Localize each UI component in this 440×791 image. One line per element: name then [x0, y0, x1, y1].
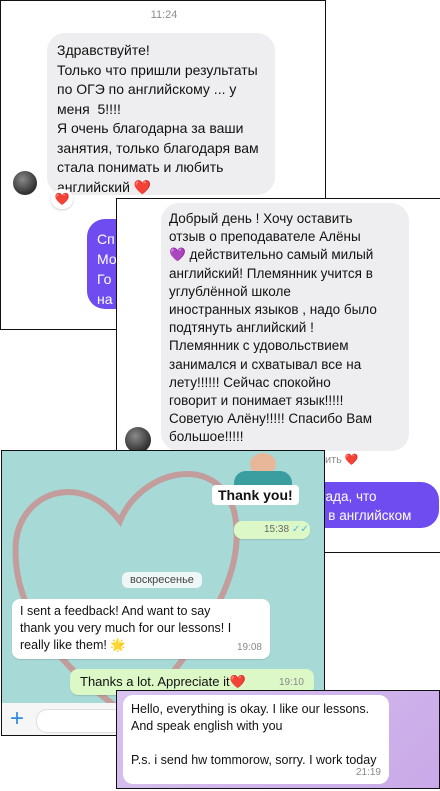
avatar: [13, 171, 37, 195]
telegram-message[interactable]: Hello, everything is okay. I like our le…: [123, 695, 389, 784]
incoming-message[interactable]: Здравствуйте! Только что пришли результа…: [47, 33, 275, 195]
message-time: 21:19: [355, 767, 381, 778]
message-time: 19:10: [278, 677, 304, 688]
timestamp: 11:24: [150, 9, 178, 21]
double-check-icon: ✓✓: [291, 524, 309, 535]
sticker-time: 15:38: [264, 524, 290, 535]
message-text: I sent a feedback! And want to say thank…: [20, 604, 232, 652]
chat-card-4: Hello, everything is okay. I like our le…: [116, 690, 440, 789]
message-text: Здравствуйте! Только что пришли результа…: [57, 42, 259, 195]
message-text: Hello, everything is okay. I like our le…: [131, 702, 377, 767]
date-separator: воскресенье: [122, 572, 202, 588]
sticker-label: Thank you!: [212, 485, 299, 505]
review-message[interactable]: Добрый день ! Хочу оставить отзыв о преп…: [161, 203, 409, 451]
outgoing-text: Рада, что и в английском: [317, 489, 412, 523]
message-text: Thanks a lot. Appreciate it❤️: [80, 674, 246, 689]
feedback-message[interactable]: I sent a feedback! And want to say thank…: [12, 599, 270, 659]
message-text: Добрый день ! Хочу оставить отзыв о преп…: [169, 211, 377, 445]
heart-reaction-icon[interactable]: ❤️: [51, 189, 73, 209]
sticker-time-pill: 15:38 ✓✓: [234, 521, 310, 539]
plus-icon[interactable]: +: [10, 705, 24, 733]
message-time: 19:08: [236, 642, 262, 653]
